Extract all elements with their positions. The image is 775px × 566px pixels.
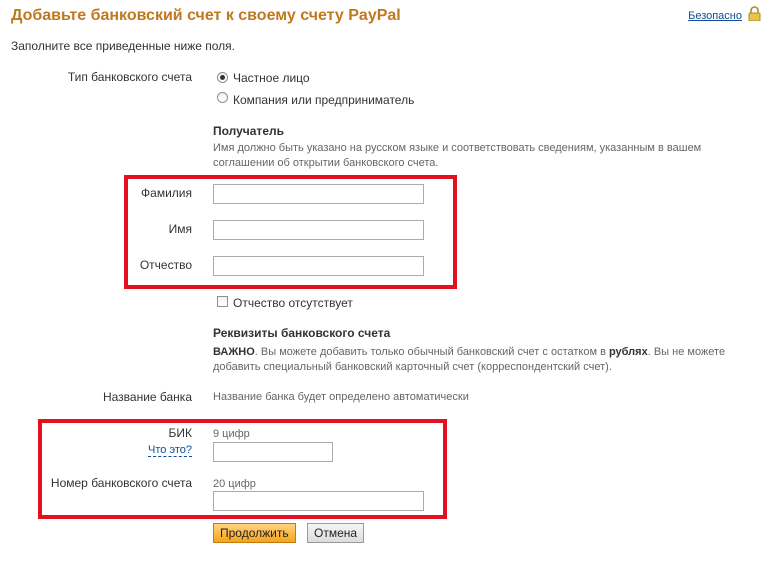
note-rubles: рублях	[608, 346, 648, 358]
radio-individual-label[interactable]: Частное лицо	[233, 71, 310, 85]
account-number-hint: 20 цифр	[213, 478, 256, 490]
secure-link[interactable]: Безопасно	[688, 10, 742, 22]
no-middle-name-label[interactable]: Отчество отсутствует	[233, 296, 353, 310]
account-type-label: Тип банковского счета	[67, 70, 192, 84]
bank-name-label: Название банка	[102, 390, 192, 404]
account-number-input[interactable]	[213, 491, 424, 511]
intro-text: Заполните все приведенные ниже поля.	[11, 39, 235, 53]
last-name-input[interactable]	[213, 184, 424, 204]
middle-name-label: Отчество	[139, 258, 192, 272]
last-name-label: Фамилия	[141, 186, 192, 200]
note-important: ВАЖНО	[213, 346, 255, 358]
bik-input[interactable]	[213, 442, 333, 462]
radio-individual[interactable]	[217, 72, 228, 83]
lock-icon	[748, 6, 761, 21]
first-name-input[interactable]	[213, 220, 424, 240]
radio-business[interactable]	[217, 92, 228, 103]
note-text-1: . Вы можете добавить только обычный банк…	[254, 346, 609, 358]
cancel-button[interactable]: Отмена	[307, 523, 365, 543]
bik-label: БИК	[168, 426, 193, 440]
first-name-label: Имя	[168, 222, 192, 236]
recipient-note: Имя должно быть указано на русском языке…	[213, 142, 702, 169]
page-title: Добавьте банковский счет к своему счету …	[11, 7, 401, 24]
bank-name-value: Название банка будет определено автомати…	[213, 391, 469, 403]
account-number-label: Номер банковского счета	[50, 476, 192, 490]
bik-hint: 9 цифр	[213, 428, 250, 440]
no-middle-name-checkbox[interactable]	[217, 296, 228, 307]
continue-button[interactable]: Продолжить	[213, 523, 296, 543]
middle-name-input[interactable]	[213, 256, 424, 276]
bik-whatis-link[interactable]: Что это?	[148, 444, 192, 457]
recipient-heading: Получатель	[213, 124, 284, 138]
bank-details-heading: Реквизиты банковского счета	[213, 326, 391, 340]
radio-business-label[interactable]: Компания или предприниматель	[233, 93, 414, 107]
bank-details-note: ВАЖНО. Вы можете добавить только обычный…	[213, 345, 753, 375]
